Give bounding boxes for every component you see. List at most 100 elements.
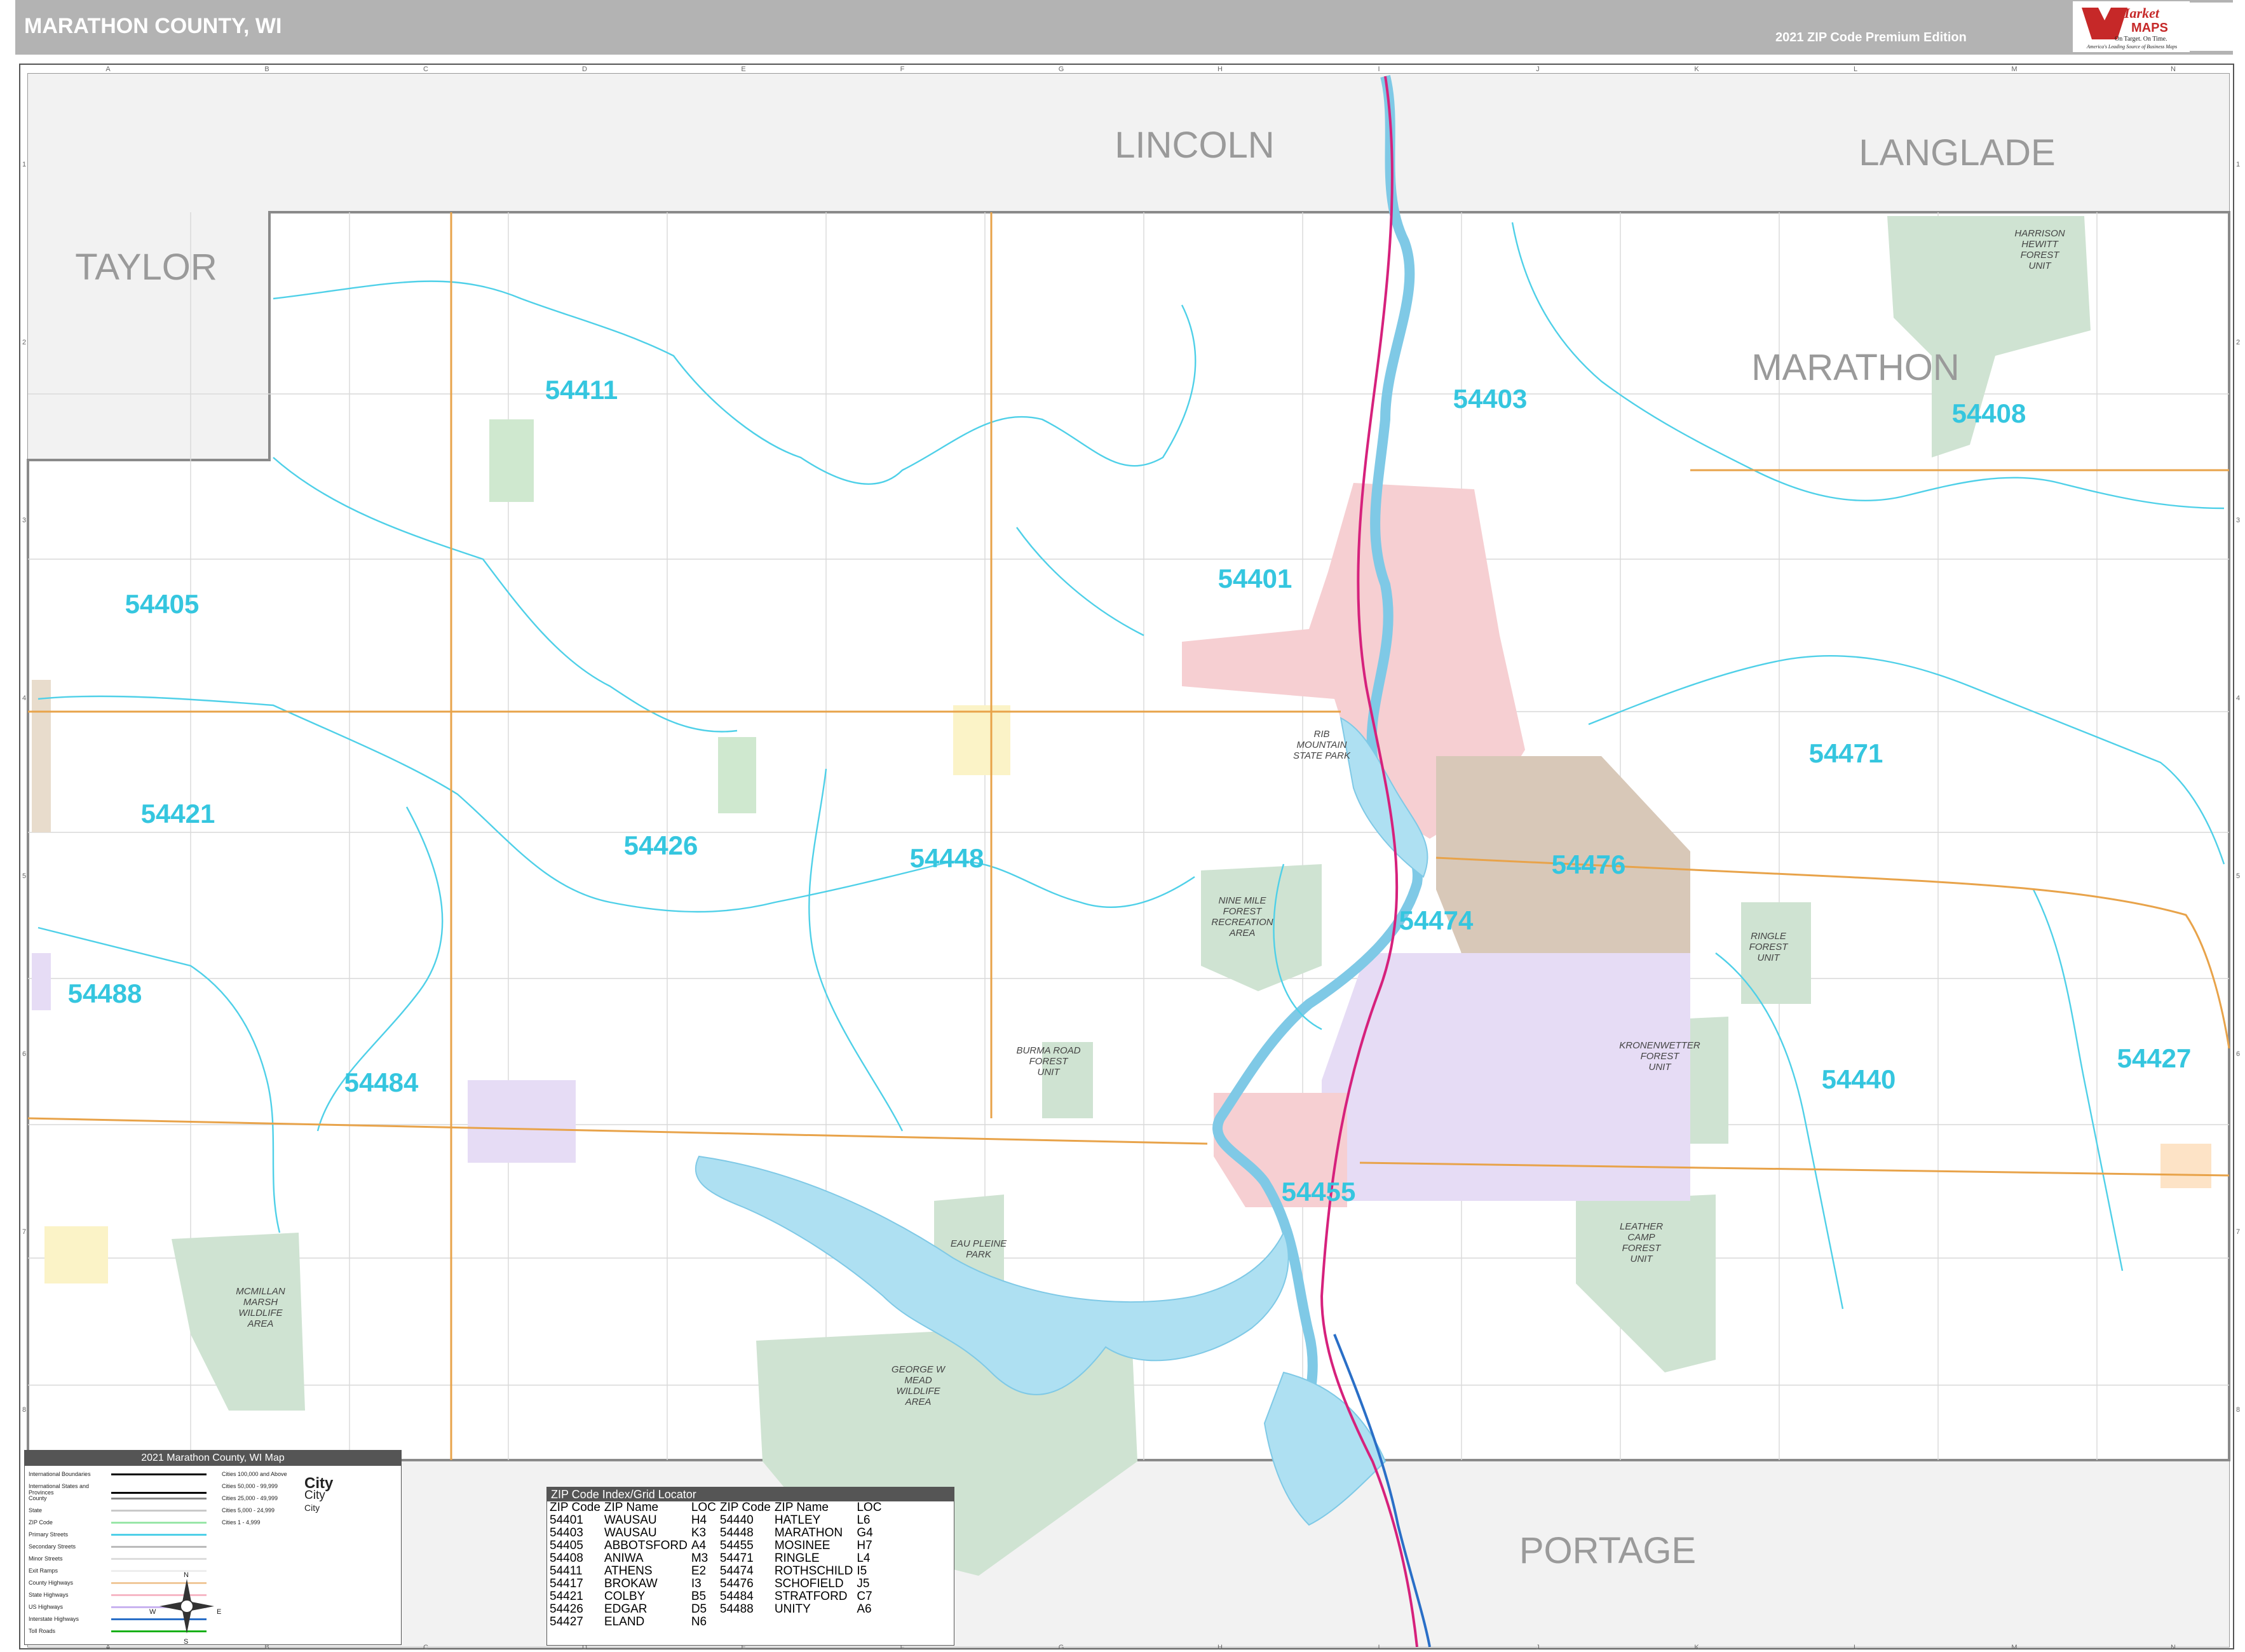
locator-header-cell: ZIP Name bbox=[604, 1501, 659, 1514]
locator-title: ZIP Code Index/Grid Locator bbox=[547, 1487, 954, 1501]
grid-column-label: I bbox=[1378, 65, 1380, 73]
zip-label: 54471 bbox=[1809, 738, 1883, 768]
legend-item-label: County bbox=[29, 1495, 47, 1501]
grid-column-label: K bbox=[1694, 65, 1699, 73]
grid-row-label: 6 bbox=[22, 1050, 26, 1058]
grid-column-label: J bbox=[1536, 65, 1540, 73]
locator-cell: 54448 bbox=[719, 1526, 754, 1540]
zip-label: 54401 bbox=[1218, 564, 1292, 593]
zip-label: 54426 bbox=[624, 830, 698, 860]
locator-cell: M3 bbox=[691, 1552, 709, 1565]
zip-label: 54488 bbox=[68, 978, 142, 1008]
grid-row-label: 3 bbox=[22, 517, 26, 524]
legend-item: State bbox=[29, 1507, 207, 1513]
grid-row-label: 8 bbox=[22, 1406, 26, 1414]
legend-item-label: County Highways bbox=[29, 1580, 74, 1586]
locator-cell: 54408 bbox=[550, 1552, 583, 1565]
locator-row: 54408 ANIWA M3 54471 RINGLE L4 bbox=[550, 1552, 885, 1565]
zip-label: 54474 bbox=[1399, 905, 1474, 935]
locator-row: 54427 ELAND N6 bbox=[550, 1616, 885, 1628]
grid-column-label: G bbox=[1059, 1644, 1064, 1651]
locator-row: 54403 WAUSAU K3 54448 MARATHON G4 bbox=[550, 1527, 885, 1540]
locator-row: 54421 COLBY B5 54484 STRATFORD C7 bbox=[550, 1590, 885, 1603]
grid-row-label: 3 bbox=[2236, 517, 2240, 524]
locator-cell: 54405 bbox=[550, 1539, 583, 1552]
compass-letter: N bbox=[184, 1571, 189, 1579]
legend-item: ZIP Code bbox=[29, 1519, 207, 1526]
locator-cell: ABBOTSFORD bbox=[604, 1539, 688, 1552]
legend-swatch bbox=[111, 1498, 207, 1500]
legend-item-label: International States and Provinces bbox=[29, 1483, 90, 1496]
locator-cell: I5 bbox=[857, 1564, 867, 1578]
locator-cell bbox=[857, 1616, 885, 1628]
locator-cell: L6 bbox=[857, 1513, 871, 1527]
grid-row-label: 5 bbox=[22, 872, 26, 880]
grid-column-label: I bbox=[1378, 1644, 1380, 1651]
locator-cell: 54401 bbox=[550, 1513, 583, 1527]
locator-cell: 54484 bbox=[719, 1590, 754, 1603]
legend-city-item: Cities 50,000 - 99,999 bbox=[222, 1483, 278, 1489]
locator-cell bbox=[775, 1616, 857, 1628]
locator-cell: I3 bbox=[691, 1577, 702, 1590]
locator-cell: D5 bbox=[691, 1602, 707, 1616]
grid-column-label: B bbox=[264, 65, 269, 73]
locator-cell: A4 bbox=[691, 1539, 707, 1552]
marathon-city-area bbox=[953, 705, 1010, 775]
county-map: LINCOLN LANGLADETAYLORMARATHONPORTAGE 544… bbox=[22, 65, 2240, 1651]
locator-cell: MARATHON bbox=[774, 1526, 843, 1540]
locator-row: 54417 BROKAW I3 54476 SCHOFIELD J5 bbox=[550, 1578, 885, 1590]
legend-item-label: Exit Ramps bbox=[29, 1567, 58, 1574]
locator-cell: ROTHSCHILD bbox=[774, 1564, 853, 1578]
locator-cell: A6 bbox=[857, 1602, 872, 1616]
grid-row-label: 4 bbox=[22, 694, 26, 702]
map-legend: 2021 Marathon County, WI Map Internation… bbox=[24, 1450, 402, 1646]
locator-row: 54405 ABBOTSFORD A4 54455 MOSINEE H7 bbox=[550, 1540, 885, 1552]
locator-cell: 54403 bbox=[550, 1526, 583, 1540]
grid-row-label: 5 bbox=[2236, 872, 2240, 880]
locator-table: ZIP Code ZIP Name LOC ZIP Code ZIP Name LOC 5… bbox=[550, 1501, 885, 1628]
legend-item: Primary Streets bbox=[29, 1531, 207, 1538]
county-label: LINCOLN bbox=[1115, 125, 1274, 166]
locator-cell: SCHOFIELD bbox=[774, 1577, 844, 1590]
grid-column-label: A bbox=[105, 65, 111, 73]
grid-row-label: 8 bbox=[2236, 1406, 2240, 1414]
grid-row-label: 1 bbox=[2236, 161, 2240, 168]
edgar-area bbox=[718, 737, 756, 813]
zip-code-locator: ZIP Code Index/Grid Locator ZIP Code ZIP … bbox=[546, 1487, 954, 1646]
locator-cell: EDGAR bbox=[604, 1602, 648, 1616]
locator-cell: J5 bbox=[857, 1577, 870, 1590]
zip-label: 54455 bbox=[1282, 1177, 1356, 1207]
grid-column-label: F bbox=[900, 65, 905, 73]
locator-cell: ANIWA bbox=[604, 1552, 644, 1565]
compass-rose-icon bbox=[159, 1579, 214, 1634]
compass-letter: S bbox=[184, 1638, 189, 1646]
legend-item: County bbox=[29, 1495, 207, 1501]
grid-row-label: 4 bbox=[2236, 694, 2240, 702]
compass-letter: E bbox=[217, 1608, 222, 1616]
zip-label: 54403 bbox=[1453, 384, 1528, 414]
zip-label: 54440 bbox=[1822, 1064, 1896, 1094]
legend-city-sample: City bbox=[304, 1503, 320, 1513]
zip-label: 54411 bbox=[545, 375, 618, 405]
grid-column-label: N bbox=[2171, 65, 2176, 73]
locator-cell: 54474 bbox=[719, 1564, 754, 1578]
locator-cell: WAUSAU bbox=[604, 1526, 657, 1540]
grid-column-label: E bbox=[741, 65, 745, 73]
legend-swatch bbox=[111, 1522, 207, 1524]
legend-city-item: Cities 25,000 - 49,999 bbox=[222, 1495, 278, 1501]
legend-item: International Boundaries bbox=[29, 1471, 207, 1477]
zip-label: 54421 bbox=[141, 799, 215, 829]
locator-cell: BROKAW bbox=[604, 1577, 658, 1590]
legend-item-label: State bbox=[29, 1507, 43, 1513]
stratford-area bbox=[468, 1080, 576, 1163]
locator-header-cell: ZIP Code bbox=[550, 1501, 600, 1514]
locator-cell: ELAND bbox=[604, 1615, 645, 1628]
legend-item: Exit Ramps bbox=[29, 1567, 207, 1574]
legend-item: Minor Streets bbox=[29, 1555, 207, 1562]
county-label: LANGLADE bbox=[1859, 132, 2055, 173]
zip-label: 54476 bbox=[1552, 850, 1626, 879]
locator-cell: RINGLE bbox=[774, 1552, 820, 1565]
legend-swatch bbox=[111, 1510, 207, 1512]
zip-label: 54448 bbox=[910, 843, 984, 873]
grid-column-label: K bbox=[1694, 1644, 1699, 1651]
